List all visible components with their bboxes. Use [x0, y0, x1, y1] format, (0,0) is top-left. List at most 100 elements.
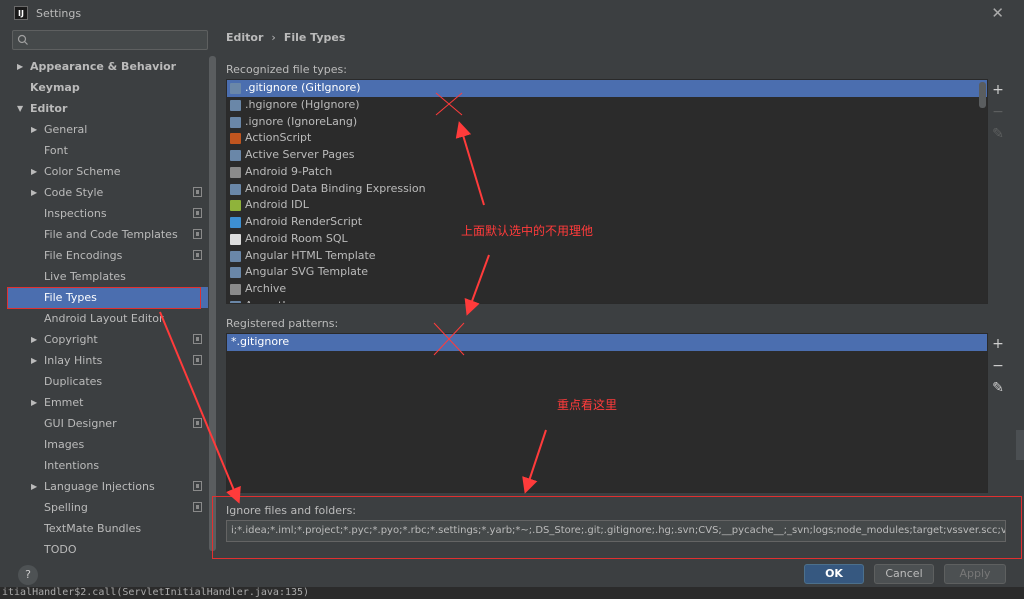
- file-type-row[interactable]: Android IDL: [227, 197, 987, 214]
- file-type-row[interactable]: .ignore (IgnoreLang): [227, 114, 987, 131]
- sidebar-item-language-injections[interactable]: ▶ Language Injections: [8, 476, 208, 497]
- file-type-row[interactable]: Android Data Binding Expression: [227, 181, 987, 198]
- file-type-row[interactable]: Archive: [227, 281, 987, 298]
- pattern-label: *.gitignore: [231, 335, 290, 348]
- sidebar-item-label: Keymap: [30, 81, 80, 94]
- expand-right-icon[interactable]: ▶: [31, 119, 37, 140]
- sidebar-item-intentions[interactable]: Intentions: [8, 455, 208, 476]
- sidebar-item-todo[interactable]: TODO: [8, 539, 208, 560]
- add-pattern-button[interactable]: +: [988, 333, 1008, 355]
- sidebar-item-label: Code Style: [44, 186, 104, 199]
- apply-button[interactable]: Apply: [944, 564, 1006, 584]
- sidebar-item-android-layout-editor[interactable]: Android Layout Editor: [8, 308, 208, 329]
- sidebar-item-label: Color Scheme: [44, 165, 121, 178]
- title-bar: IJ Settings ✕: [0, 0, 1024, 26]
- file-type-row[interactable]: Angular HTML Template: [227, 248, 987, 265]
- file-type-row[interactable]: .gitignore (GitIgnore): [227, 80, 987, 97]
- add-file-type-button[interactable]: +: [988, 79, 1008, 101]
- sidebar-item-label: TextMate Bundles: [44, 522, 142, 535]
- file-type-row[interactable]: Android 9-Patch: [227, 164, 987, 181]
- sidebar-item-textmate-bundles[interactable]: TextMate Bundles: [8, 518, 208, 539]
- pattern-row[interactable]: *.gitignore: [227, 334, 987, 351]
- file-type-icon: [230, 217, 241, 228]
- expand-right-icon[interactable]: ▶: [31, 392, 37, 413]
- sidebar-item-appearance-behavior[interactable]: ▶ Appearance & Behavior: [8, 56, 208, 77]
- sidebar-item-copyright[interactable]: ▶ Copyright: [8, 329, 208, 350]
- remove-file-type-button[interactable]: −: [988, 101, 1008, 123]
- file-type-row[interactable]: .hgignore (HgIgnore): [227, 97, 987, 114]
- sidebar-item-editor[interactable]: ▼ Editor: [8, 98, 208, 119]
- registered-patterns-list[interactable]: *.gitignore: [226, 333, 988, 493]
- help-button[interactable]: ?: [18, 565, 38, 585]
- expand-right-icon[interactable]: ▶: [31, 350, 37, 371]
- sidebar-item-label: Language Injections: [44, 480, 155, 493]
- search-icon: [17, 34, 28, 45]
- file-type-icon: [230, 183, 241, 195]
- remove-pattern-button[interactable]: −: [988, 355, 1008, 377]
- sidebar-item-font[interactable]: Font: [8, 140, 208, 161]
- file-type-row[interactable]: Active Server Pages: [227, 147, 987, 164]
- sidebar-item-label: File and Code Templates: [44, 228, 178, 241]
- sidebar-item-images[interactable]: Images: [8, 434, 208, 455]
- close-icon[interactable]: ✕: [991, 4, 1004, 22]
- sidebar-item-inlay-hints[interactable]: ▶ Inlay Hints: [8, 350, 208, 371]
- edit-pattern-button[interactable]: ✎: [988, 377, 1008, 399]
- file-type-row[interactable]: Android RenderScript: [227, 214, 987, 231]
- file-type-row[interactable]: AspectJ: [227, 298, 987, 303]
- search-input[interactable]: [12, 30, 208, 50]
- annotation-note-top: 上面默认选中的不用理他: [461, 224, 594, 238]
- sidebar-item-code-style[interactable]: ▶ Code Style: [8, 182, 208, 203]
- recognized-file-types-label: Recognized file types:: [226, 63, 347, 76]
- sidebar-item-file-encodings[interactable]: File Encodings: [8, 245, 208, 266]
- project-scope-icon: [193, 418, 202, 428]
- file-type-label: AspectJ: [245, 299, 286, 303]
- breadcrumb-parent[interactable]: Editor: [226, 31, 263, 44]
- project-scope-icon: [193, 334, 202, 344]
- edit-file-type-button[interactable]: ✎: [988, 123, 1008, 145]
- file-type-label: Angular SVG Template: [245, 265, 368, 279]
- sidebar-item-label: GUI Designer: [44, 417, 117, 430]
- sidebar-item-keymap[interactable]: Keymap: [8, 77, 208, 98]
- sidebar-scrollbar[interactable]: [209, 56, 216, 551]
- sidebar-item-inspections[interactable]: Inspections: [8, 203, 208, 224]
- annotation-box-ignore-files: [212, 496, 1022, 559]
- sidebar-item-duplicates[interactable]: Duplicates: [8, 371, 208, 392]
- sidebar-item-label: Images: [44, 438, 85, 451]
- cancel-button[interactable]: Cancel: [874, 564, 934, 584]
- file-type-icon: [230, 284, 241, 295]
- expand-right-icon[interactable]: ▶: [31, 329, 37, 350]
- expand-right-icon[interactable]: ▶: [31, 182, 37, 203]
- sidebar-item-emmet[interactable]: ▶ Emmet: [8, 392, 208, 413]
- file-type-icon: [230, 300, 241, 303]
- file-type-row[interactable]: Android Room SQL: [227, 231, 987, 248]
- sidebar-item-label: Live Templates: [44, 270, 126, 283]
- expand-right-icon[interactable]: ▶: [31, 161, 37, 182]
- breadcrumb-separator: ›: [271, 31, 276, 44]
- file-type-label: Android Data Binding Expression: [245, 181, 426, 195]
- expand-right-icon[interactable]: ▶: [31, 476, 37, 497]
- sidebar-item-spelling[interactable]: Spelling: [8, 497, 208, 518]
- file-type-icon: [230, 267, 241, 279]
- file-type-icon: [230, 150, 241, 161]
- file-type-label: .hgignore (HgIgnore): [245, 97, 360, 111]
- expand-right-icon[interactable]: ▶: [17, 56, 23, 77]
- patterns-toolbar: + − ✎: [988, 333, 1008, 399]
- recognized-list-scrollbar[interactable]: [979, 82, 986, 108]
- sidebar-item-label: Intentions: [44, 459, 100, 472]
- sidebar-item-general[interactable]: ▶ General: [8, 119, 208, 140]
- sidebar-item-color-scheme[interactable]: ▶ Color Scheme: [8, 161, 208, 182]
- recognized-file-types-list[interactable]: .gitignore (GitIgnore) .hgignore (HgIgnor…: [226, 79, 988, 304]
- sidebar-item-live-templates[interactable]: Live Templates: [8, 266, 208, 287]
- background-console-line: itialHandler$2.call(ServletInitialHandle…: [0, 587, 1024, 599]
- sidebar-item-label: Editor: [30, 102, 68, 115]
- file-type-icon: [230, 200, 241, 212]
- sidebar-item-file-and-code-templates[interactable]: File and Code Templates: [8, 224, 208, 245]
- expand-down-icon[interactable]: ▼: [17, 98, 23, 119]
- ok-button[interactable]: OK: [804, 564, 864, 584]
- sidebar-item-gui-designer[interactable]: GUI Designer: [8, 413, 208, 434]
- annotation-box-file-types: [7, 287, 201, 309]
- file-type-row[interactable]: ActionScript: [227, 130, 987, 147]
- file-type-label: ActionScript: [245, 131, 312, 145]
- sidebar-item-label: General: [44, 123, 88, 136]
- file-type-row[interactable]: Angular SVG Template: [227, 264, 987, 281]
